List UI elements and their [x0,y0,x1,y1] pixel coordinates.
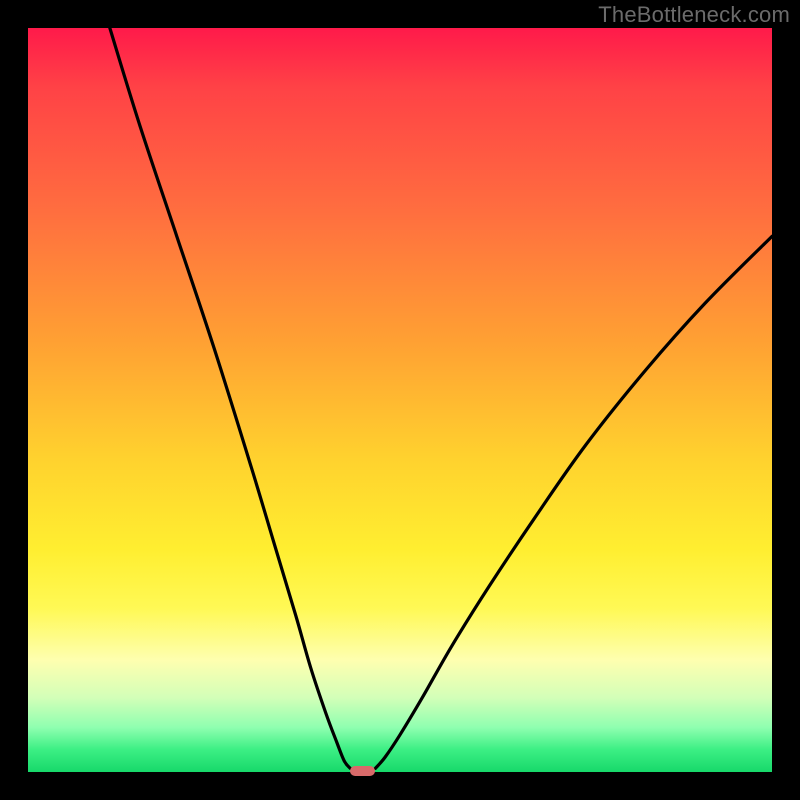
watermark-text: TheBottleneck.com [598,2,790,28]
curve-left-branch [110,28,350,768]
chart-frame: TheBottleneck.com [0,0,800,800]
bottleneck-curve [28,28,772,772]
optimal-marker [350,766,375,776]
plot-area [28,28,772,772]
curve-right-branch [375,236,772,768]
